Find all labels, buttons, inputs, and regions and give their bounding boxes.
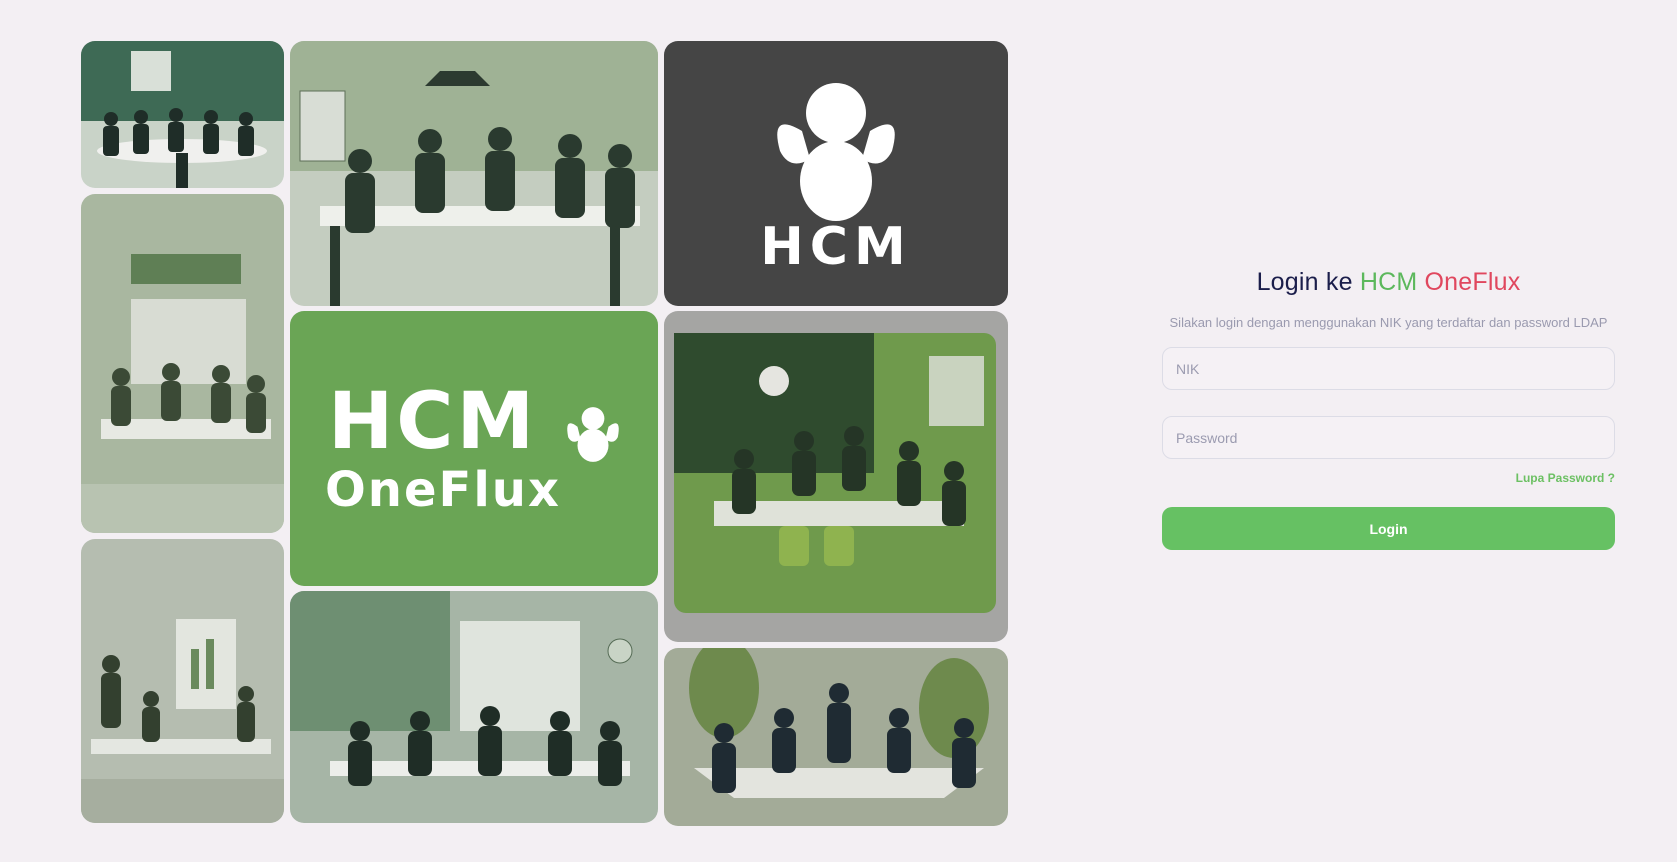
login-button[interactable]: Login bbox=[1162, 507, 1615, 550]
login-subtitle: Silakan login dengan menggunakan NIK yan… bbox=[1169, 315, 1608, 330]
hcm-logo-tile: HCM bbox=[664, 41, 1008, 306]
login-panel: Login ke HCM OneFlux Silakan login denga… bbox=[1162, 268, 1615, 550]
oneflux-logo-oneflux-text: OneFlux bbox=[325, 462, 561, 518]
login-title-prefix: Login ke bbox=[1256, 268, 1360, 296]
password-input[interactable] bbox=[1162, 416, 1615, 459]
meeting-illustration-4 bbox=[664, 311, 1008, 642]
oneflux-logo-tile: HCM OneFlux bbox=[290, 311, 658, 586]
login-title: Login ke HCM OneFlux bbox=[1162, 268, 1615, 297]
oneflux-mascot-icon bbox=[567, 407, 619, 462]
meeting-illustration-3 bbox=[81, 194, 284, 533]
meeting-illustration-2 bbox=[290, 41, 658, 306]
meeting-illustration-7 bbox=[664, 648, 1008, 826]
meeting-illustration-5 bbox=[81, 539, 284, 823]
login-title-oneflux: OneFlux bbox=[1424, 268, 1521, 296]
oneflux-logo-hcm-text: HCM bbox=[328, 377, 538, 467]
nik-input[interactable] bbox=[1162, 347, 1615, 390]
hcm-logo-text: HCM bbox=[760, 217, 912, 277]
meeting-illustration-6 bbox=[290, 591, 658, 823]
login-title-hcm: HCM bbox=[1359, 268, 1418, 296]
forgot-password-link[interactable]: Lupa Password ? bbox=[1162, 471, 1615, 485]
meeting-illustration-1 bbox=[81, 41, 284, 188]
